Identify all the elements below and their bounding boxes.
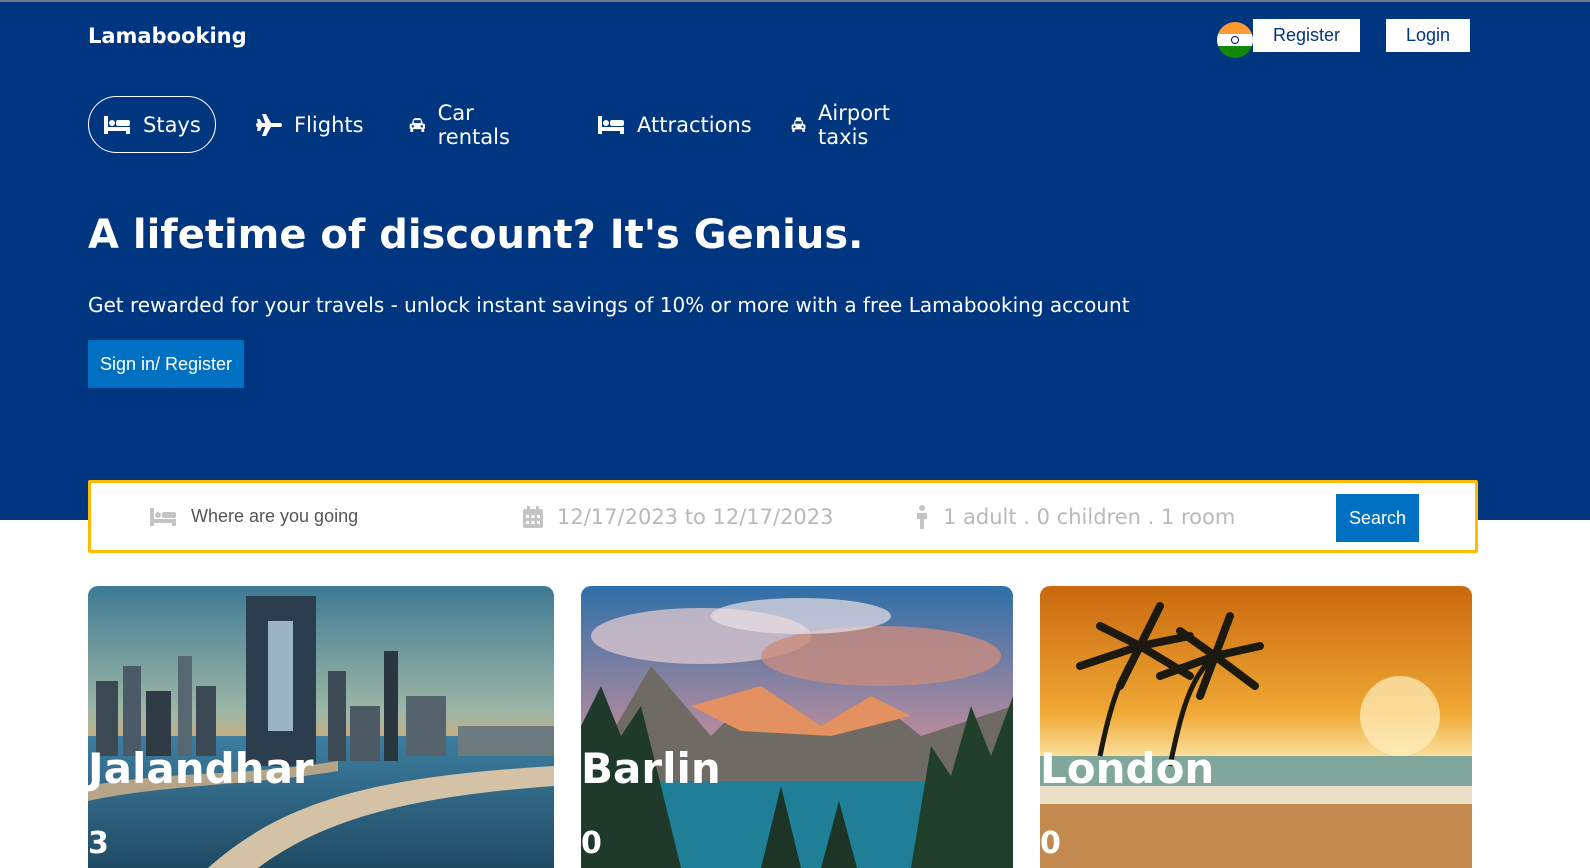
plane-icon xyxy=(256,113,282,136)
city-name: Jalandhar xyxy=(88,744,314,793)
hero-subtitle: Get rewarded for your travels - unlock i… xyxy=(88,293,1130,317)
guests-summary[interactable]: 1 adult . 0 children . 1 room xyxy=(943,505,1235,529)
mountain-lake-image xyxy=(581,586,1013,868)
search-bar: Where are you going 12/17/2023 to 12/17/… xyxy=(88,480,1478,553)
bed-icon xyxy=(598,115,624,134)
guests-field[interactable]: 1 adult . 0 children . 1 room xyxy=(915,483,1235,550)
property-count: 0 xyxy=(1040,826,1061,861)
header: Lamabooking Register Login Stays Flights… xyxy=(0,2,1590,520)
sign-in-register-button[interactable]: Sign in/ Register xyxy=(88,340,244,388)
city-skyline-image xyxy=(88,586,554,868)
nav-item-attractions[interactable]: Attractions xyxy=(597,96,752,153)
nav-label: Airport taxis xyxy=(818,100,890,149)
city-card-barlin[interactable]: Barlin 0 xyxy=(581,586,1013,868)
logo[interactable]: Lamabooking xyxy=(88,24,247,48)
destination-input[interactable]: Where are you going xyxy=(191,506,358,527)
property-count: 0 xyxy=(581,826,602,861)
india-flag-icon[interactable] xyxy=(1217,22,1253,58)
nav-item-stays[interactable]: Stays xyxy=(88,96,216,153)
taxi-icon xyxy=(791,116,806,132)
city-name: London xyxy=(1040,744,1215,793)
login-button[interactable]: Login xyxy=(1386,19,1470,52)
page: Lamabooking Register Login Stays Flights… xyxy=(0,0,1590,868)
date-field[interactable]: 12/17/2023 to 12/17/2023 xyxy=(523,483,834,550)
bed-icon xyxy=(150,507,176,526)
car-icon xyxy=(409,117,425,132)
city-card-london[interactable]: London 0 xyxy=(1040,586,1472,868)
city-card-jalandhar[interactable]: Jalandhar 3 xyxy=(88,586,554,868)
calendar-icon xyxy=(523,505,543,528)
property-count: 3 xyxy=(88,826,109,861)
person-icon xyxy=(917,504,927,529)
nav-item-car-rentals[interactable]: Car rentals xyxy=(409,96,517,153)
nav-label: Flights xyxy=(294,112,364,137)
bed-icon xyxy=(104,115,130,134)
nav-label: Stays xyxy=(143,112,201,137)
beach-sunset-image xyxy=(1040,586,1472,868)
search-button[interactable]: Search xyxy=(1336,494,1419,542)
nav-item-flights[interactable]: Flights xyxy=(256,96,364,153)
nav-label: Attractions xyxy=(637,112,752,137)
nav-label: Car rentals xyxy=(437,100,510,149)
date-range[interactable]: 12/17/2023 to 12/17/2023 xyxy=(557,505,834,529)
destination-field[interactable]: Where are you going xyxy=(149,483,358,550)
register-button[interactable]: Register xyxy=(1253,19,1360,52)
nav-item-airport-taxis[interactable]: Airport taxis xyxy=(791,96,899,153)
hero-title: A lifetime of discount? It's Genius. xyxy=(88,212,864,258)
city-name: Barlin xyxy=(581,744,721,793)
